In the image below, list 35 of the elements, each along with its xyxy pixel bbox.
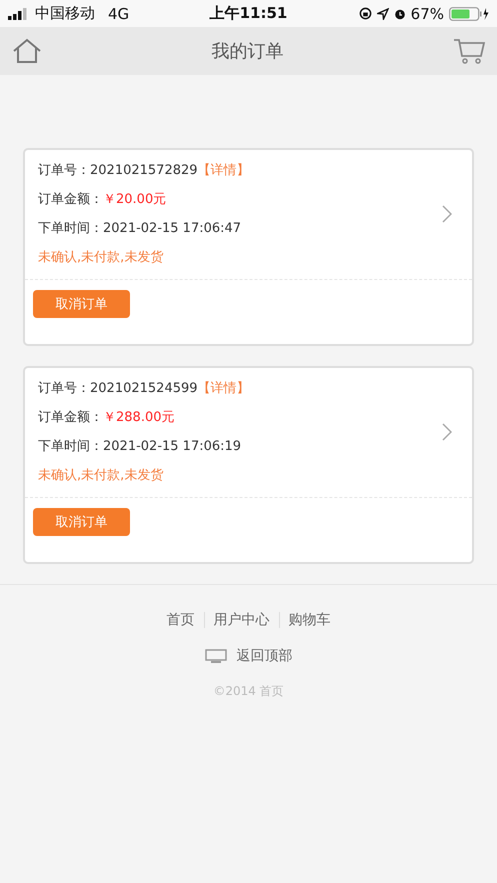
order-card[interactable]: 订单号：2021021524599【详情】 订单金额：￥288.00元 下单时间：2021-02-15 17:06:19 未确认,未付款,未发货 取消订单 <box>23 366 474 564</box>
battery-icon <box>449 6 489 20</box>
order-card[interactable]: 订单号：2021021572829【详情】 订单金额：￥20.00元 下单时间：2021-02-15 17:06:47 未确认,未付款,未发货 取消订单 <box>23 148 474 346</box>
order-time: 下单时间：2021-02-15 17:06:19 <box>38 438 242 455</box>
details-link[interactable]: 【详情】 <box>198 379 250 397</box>
footer-link[interactable]: 首页 <box>166 611 194 629</box>
cancel-order-button[interactable]: 取消订单 <box>33 290 130 318</box>
amount-value: ￥20.00元 <box>103 191 166 208</box>
copyright-text: ©2014 首页 <box>213 683 284 700</box>
cart-icon[interactable] <box>453 37 485 65</box>
footer-link[interactable]: 用户中心 <box>214 611 270 629</box>
page-title: 我的订单 <box>212 40 284 63</box>
footer-link[interactable]: 购物车 <box>288 611 330 629</box>
monitor-icon <box>204 649 226 663</box>
order-time: 下单时间：2021-02-15 17:06:47 <box>38 220 242 237</box>
alarm-clock-icon <box>394 8 406 20</box>
back-to-top-link[interactable]: 返回顶部 <box>204 647 292 665</box>
amount-value: ￥288.00元 <box>103 409 174 426</box>
details-link[interactable]: 【详情】 <box>198 161 250 179</box>
order-number: 订单号：2021021524599 <box>38 380 198 397</box>
cancel-order-button[interactable]: 取消订单 <box>33 508 130 536</box>
amount-label: 订单金额： <box>38 409 103 426</box>
amount-label: 订单金额： <box>38 191 103 208</box>
order-status: 未确认,未付款,未发货 <box>38 467 164 484</box>
battery-percent: 67% <box>410 4 444 22</box>
chevron-right-icon[interactable] <box>442 422 452 440</box>
carrier-label: 中国移动 <box>35 4 95 23</box>
network-label: 4G <box>108 4 130 22</box>
order-status: 未确认,未付款,未发货 <box>38 249 164 266</box>
order-number: 订单号：2021021572829 <box>38 162 198 179</box>
clock-label: 上午11:51 <box>210 4 288 23</box>
chevron-right-icon[interactable] <box>442 204 452 222</box>
location-arrow-icon <box>376 8 389 20</box>
home-icon[interactable] <box>12 38 42 64</box>
rotation-lock-icon <box>358 7 372 20</box>
